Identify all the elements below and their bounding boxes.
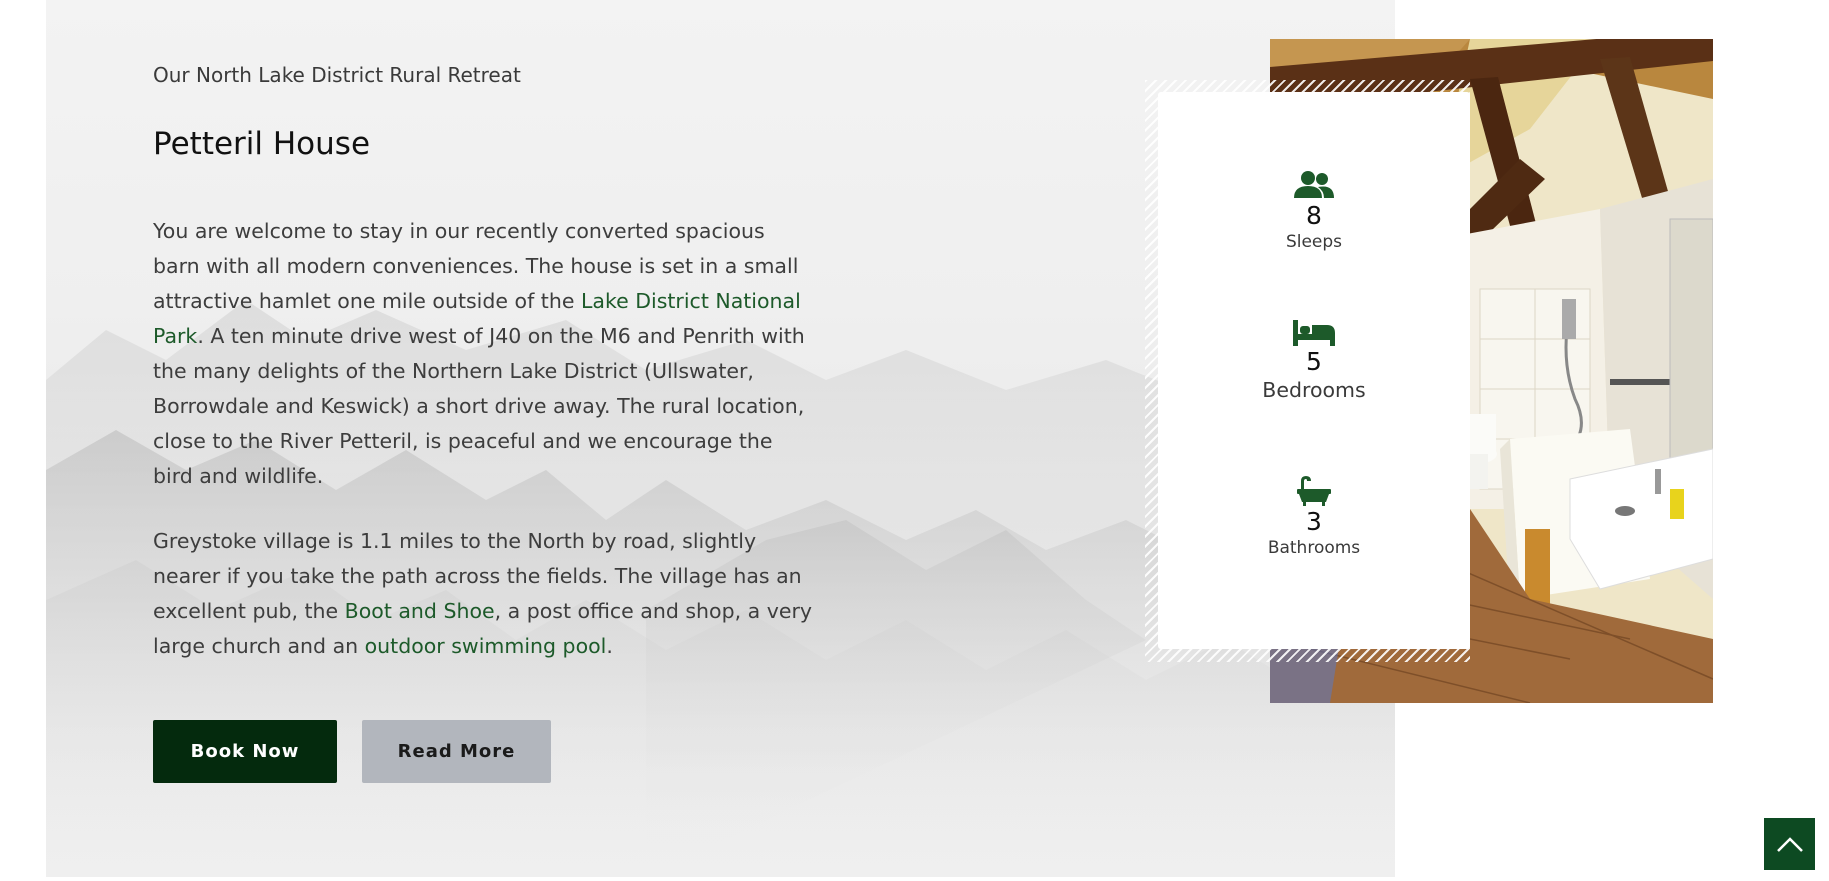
page-title: Petteril House (153, 126, 371, 162)
bed-icon (1293, 320, 1335, 346)
property-stats-card: 8 Sleeps 5 Bedrooms 3 Bathrooms (1158, 92, 1470, 649)
back-to-top-button[interactable] (1764, 818, 1815, 870)
bedrooms-value: 5 (1306, 347, 1322, 376)
sleeps-label: Sleeps (1285, 232, 1343, 252)
chevron-up-icon (1776, 837, 1803, 852)
description-paragraph-2: Greystoke village is 1.1 miles to the No… (153, 524, 813, 664)
stat-sleeps: 8 Sleeps (1158, 170, 1470, 252)
bathrooms-label: Bathrooms (1267, 538, 1361, 558)
description-paragraph-1: You are welcome to stay in our recently … (153, 214, 813, 494)
paragraph-text: . (606, 634, 613, 658)
read-more-button[interactable]: Read More (362, 720, 551, 783)
boot-and-shoe-link[interactable]: Boot and Shoe (345, 599, 495, 623)
stat-bathrooms: 3 Bathrooms (1158, 476, 1470, 558)
bathrooms-value: 3 (1306, 507, 1322, 536)
intro-content: Our North Lake District Rural Retreat Pe… (153, 60, 813, 664)
sleeps-value: 8 (1306, 201, 1322, 230)
paragraph-text: . A ten minute drive west of J40 on the … (153, 324, 805, 488)
swimming-pool-link[interactable]: outdoor swimming pool (365, 634, 607, 658)
users-icon (1294, 171, 1334, 198)
bedrooms-label: Bedrooms (1262, 378, 1366, 402)
book-now-button[interactable]: Book Now (153, 720, 337, 783)
bath-icon (1297, 476, 1331, 506)
section-subtitle: Our North Lake District Rural Retreat (153, 63, 521, 87)
stat-bedrooms: 5 Bedrooms (1158, 320, 1470, 402)
